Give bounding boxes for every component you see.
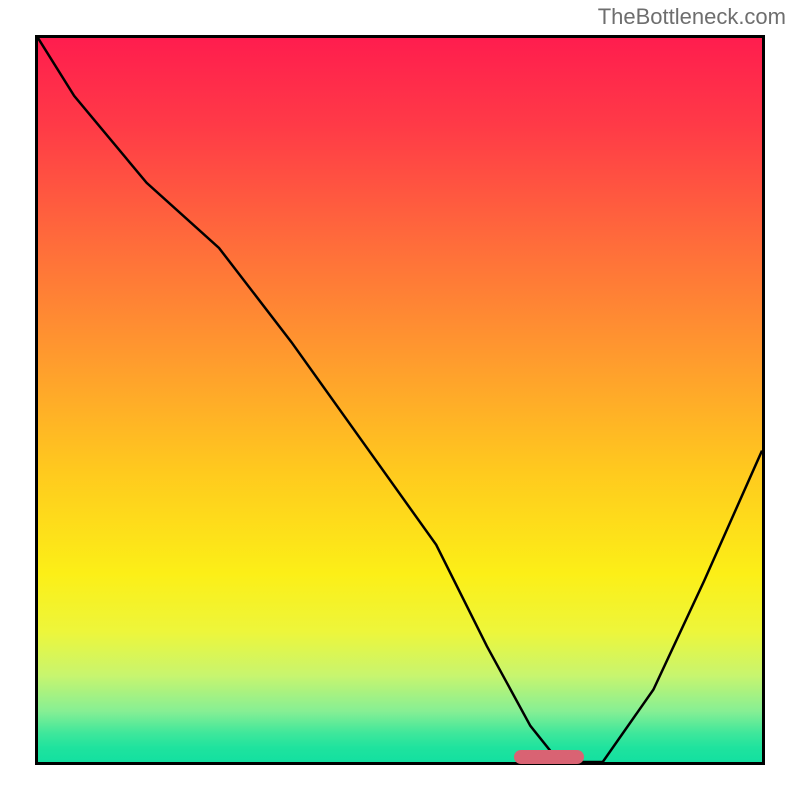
optimal-zone-marker <box>514 750 584 764</box>
watermark-text: TheBottleneck.com <box>598 4 786 30</box>
chart-plot-area <box>35 35 765 765</box>
bottleneck-curve <box>38 38 762 762</box>
